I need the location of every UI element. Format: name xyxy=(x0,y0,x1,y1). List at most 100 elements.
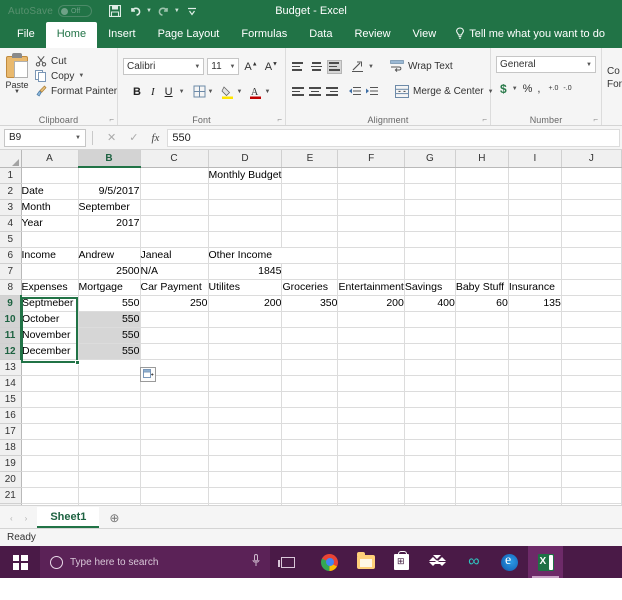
cell-D14[interactable] xyxy=(208,375,283,392)
cell-B22[interactable] xyxy=(78,503,141,505)
column-header-i[interactable]: I xyxy=(508,150,562,168)
cell-H12[interactable] xyxy=(455,343,509,360)
cell-D9[interactable]: 200 xyxy=(208,295,283,312)
row-header-5[interactable]: 5 xyxy=(0,231,22,248)
align-middle-icon[interactable] xyxy=(309,60,324,74)
row-header-13[interactable]: 13 xyxy=(0,359,22,376)
cell-H22[interactable] xyxy=(455,503,509,505)
borders-dropdown-caret[interactable]: ▼ xyxy=(208,89,214,95)
cell-E1[interactable] xyxy=(281,167,339,184)
cell-A8[interactable]: Expenses xyxy=(21,279,79,296)
row-header-9[interactable]: 9 xyxy=(0,295,22,312)
cell-B9[interactable]: 550 xyxy=(78,295,141,312)
cell-D1[interactable]: Monthly Budget xyxy=(208,167,283,184)
cell-A15[interactable] xyxy=(21,391,79,408)
cell-E13[interactable] xyxy=(281,359,339,376)
cell-J11[interactable] xyxy=(561,327,622,344)
number-format-combo[interactable]: General ▼ xyxy=(496,56,596,73)
cell-F15[interactable] xyxy=(337,391,405,408)
cell-H18[interactable] xyxy=(455,439,509,456)
cell-E11[interactable] xyxy=(281,327,339,344)
cell-G13[interactable] xyxy=(404,359,456,376)
cell-A16[interactable] xyxy=(21,407,79,424)
cell-C19[interactable] xyxy=(140,455,209,472)
cell-I7[interactable] xyxy=(508,263,562,280)
number-dialog-launcher[interactable]: ⌐ xyxy=(593,115,598,124)
cell-I3[interactable] xyxy=(508,199,562,216)
cell-G12[interactable] xyxy=(404,343,456,360)
cell-I4[interactable] xyxy=(508,215,562,232)
cell-D3[interactable] xyxy=(208,199,283,216)
cell-J18[interactable] xyxy=(561,439,622,456)
cell-C4[interactable] xyxy=(140,215,209,232)
cell-J10[interactable] xyxy=(561,311,622,328)
increase-font-size-icon[interactable]: A▲ xyxy=(242,61,259,73)
cell-C9[interactable]: 250 xyxy=(140,295,209,312)
cell-G17[interactable] xyxy=(404,423,456,440)
cell-A7[interactable] xyxy=(21,263,79,280)
cell-B3[interactable]: September xyxy=(78,199,141,216)
start-button[interactable] xyxy=(0,546,40,578)
name-box[interactable]: B9 ▼ xyxy=(4,128,86,147)
cell-B1[interactable] xyxy=(78,167,141,184)
cell-B5[interactable] xyxy=(78,231,141,248)
cell-B7[interactable]: 2500 xyxy=(78,263,141,280)
cell-B15[interactable] xyxy=(78,391,141,408)
clipboard-dialog-launcher[interactable]: ⌐ xyxy=(109,115,114,124)
cell-F17[interactable] xyxy=(337,423,405,440)
taskbar-file-explorer-button[interactable] xyxy=(348,546,383,578)
tab-file[interactable]: File xyxy=(6,22,46,48)
cell-J17[interactable] xyxy=(561,423,622,440)
cell-D13[interactable] xyxy=(208,359,283,376)
cell-C20[interactable] xyxy=(140,471,209,488)
format-painter-button[interactable]: Format Painter xyxy=(32,84,120,98)
cell-F11[interactable] xyxy=(337,327,405,344)
italic-button[interactable]: I xyxy=(147,86,159,98)
cell-H9[interactable]: 60 xyxy=(455,295,509,312)
cell-C15[interactable] xyxy=(140,391,209,408)
cell-B20[interactable] xyxy=(78,471,141,488)
cell-C2[interactable] xyxy=(140,183,209,200)
cell-G22[interactable] xyxy=(404,503,456,505)
cell-F5[interactable] xyxy=(337,231,405,248)
cell-D19[interactable] xyxy=(208,455,283,472)
column-header-h[interactable]: H xyxy=(455,150,509,168)
cell-J7[interactable] xyxy=(561,263,622,280)
column-header-a[interactable]: A xyxy=(21,150,79,168)
cell-B14[interactable] xyxy=(78,375,141,392)
cell-H10[interactable] xyxy=(455,311,509,328)
cell-A14[interactable] xyxy=(21,375,79,392)
cell-I8[interactable]: Insurance xyxy=(508,279,562,296)
cell-H5[interactable] xyxy=(455,231,509,248)
cell-A13[interactable] xyxy=(21,359,79,376)
taskbar-chrome-button[interactable] xyxy=(312,546,347,578)
cell-A2[interactable]: Date xyxy=(21,183,79,200)
cell-I15[interactable] xyxy=(508,391,562,408)
cell-E22[interactable] xyxy=(281,503,339,505)
cell-G3[interactable] xyxy=(404,199,456,216)
cell-D17[interactable] xyxy=(208,423,283,440)
row-header-16[interactable]: 16 xyxy=(0,407,22,424)
cell-I11[interactable] xyxy=(508,327,562,344)
cell-H19[interactable] xyxy=(455,455,509,472)
cell-C16[interactable] xyxy=(140,407,209,424)
row-header-4[interactable]: 4 xyxy=(0,215,22,232)
cell-H2[interactable] xyxy=(455,183,509,200)
cell-H7[interactable] xyxy=(455,263,509,280)
cell-G4[interactable] xyxy=(404,215,456,232)
cell-F22[interactable] xyxy=(337,503,405,505)
cell-J22[interactable] xyxy=(561,503,622,505)
cell-A5[interactable] xyxy=(21,231,79,248)
font-size-combo[interactable]: 11 ▼ xyxy=(207,58,240,75)
cell-E8[interactable]: Groceries xyxy=(281,279,339,296)
cell-I13[interactable] xyxy=(508,359,562,376)
cell-F1[interactable] xyxy=(337,167,405,184)
cell-J16[interactable] xyxy=(561,407,622,424)
row-header-18[interactable]: 18 xyxy=(0,439,22,456)
cell-I14[interactable] xyxy=(508,375,562,392)
font-color-icon[interactable]: A xyxy=(249,85,262,99)
cell-F10[interactable] xyxy=(337,311,405,328)
cell-I6[interactable] xyxy=(508,247,562,264)
decrease-decimal-icon[interactable]: -.0 xyxy=(563,85,571,93)
cell-A1[interactable] xyxy=(21,167,79,184)
